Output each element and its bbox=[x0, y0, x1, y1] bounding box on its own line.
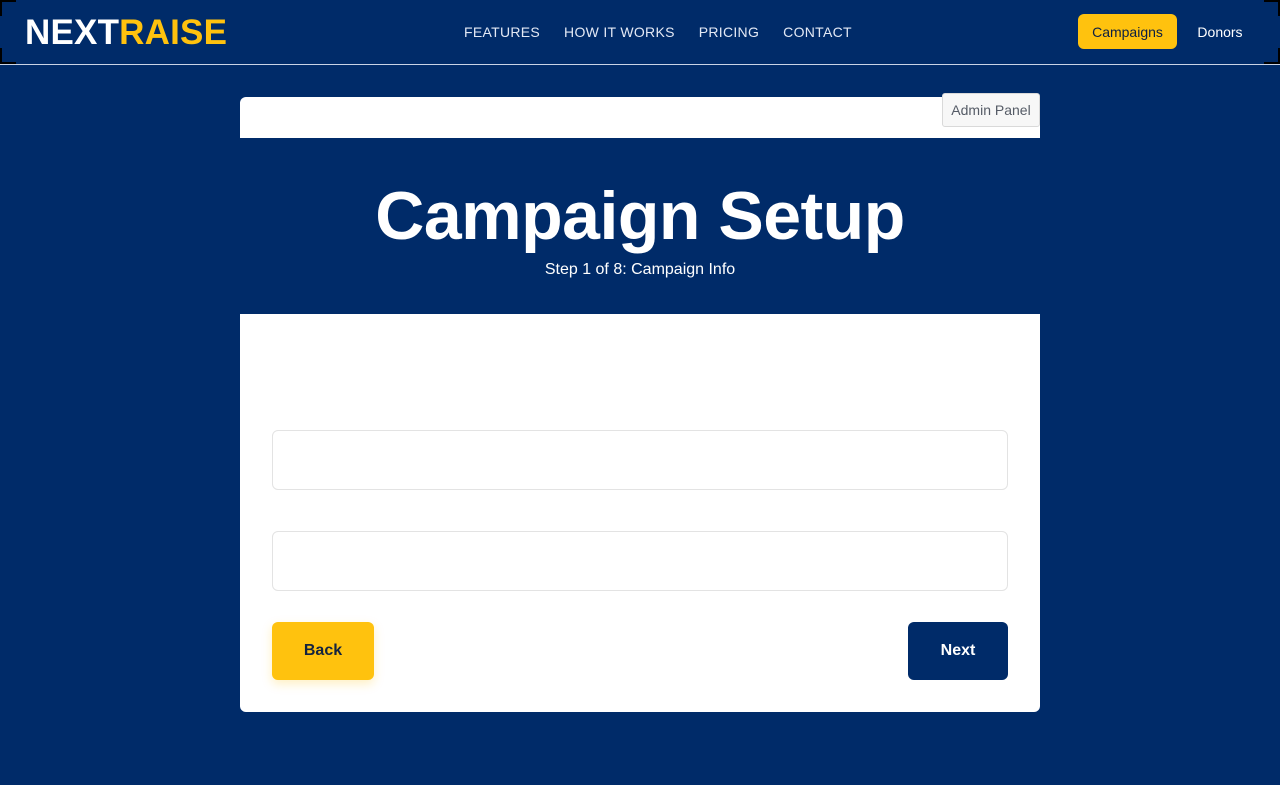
next-button[interactable]: Next bbox=[908, 622, 1008, 680]
campaigns-button[interactable]: Campaigns bbox=[1078, 14, 1177, 49]
corner-bracket-bottom-left bbox=[0, 48, 16, 64]
main-nav: FEATURES HOW IT WORKS PRICING CONTACT bbox=[464, 22, 852, 42]
nav-link-contact[interactable]: CONTACT bbox=[783, 22, 852, 42]
campaign-info-field-2[interactable] bbox=[272, 531, 1008, 591]
nav-link-how-it-works[interactable]: HOW IT WORKS bbox=[564, 22, 675, 42]
nav-link-features[interactable]: FEATURES bbox=[464, 22, 540, 42]
corner-bracket-top-left bbox=[0, 0, 16, 16]
corner-bracket-bottom-right bbox=[1264, 48, 1280, 64]
campaign-info-field-1[interactable] bbox=[272, 430, 1008, 490]
admin-panel-button[interactable]: Admin Panel bbox=[942, 93, 1040, 127]
back-button[interactable]: Back bbox=[272, 622, 374, 680]
nav-link-pricing[interactable]: PRICING bbox=[699, 22, 759, 42]
brand-logo-part2: RAISE bbox=[119, 13, 228, 52]
brand-logo[interactable]: NEXTRAISE bbox=[25, 13, 227, 53]
card-header-strip bbox=[240, 97, 1040, 138]
top-navbar: NEXTRAISE FEATURES HOW IT WORKS PRICING … bbox=[0, 0, 1280, 65]
corner-bracket-top-right bbox=[1264, 0, 1280, 16]
brand-logo-part1: NEXT bbox=[25, 13, 120, 52]
step-indicator: Step 1 of 8: Campaign Info bbox=[544, 261, 736, 278]
donors-button[interactable]: Donors bbox=[1185, 14, 1255, 49]
page-title: Campaign Setup bbox=[375, 178, 905, 254]
